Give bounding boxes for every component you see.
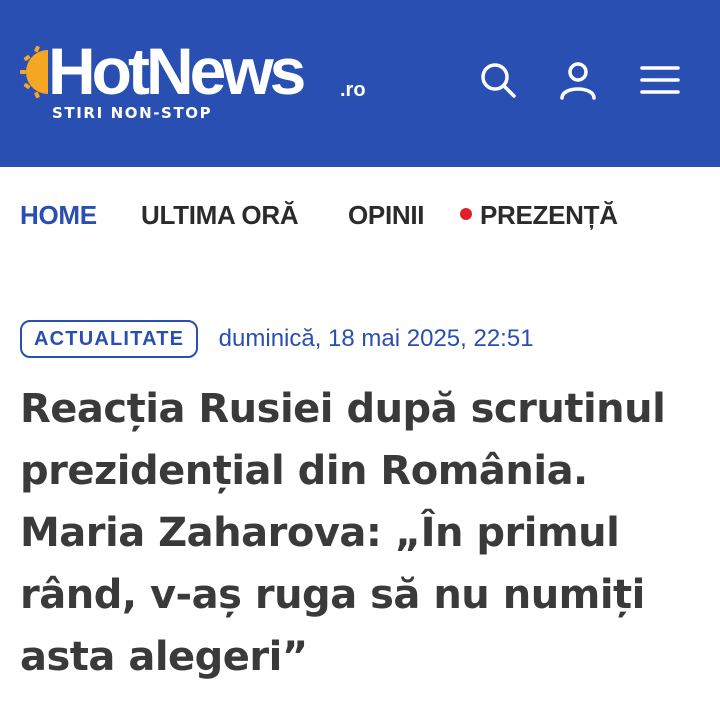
main-nav: HOME ULTIMA ORĂ OPINII PREZENȚĂ — [0, 167, 720, 263]
live-indicator-icon — [460, 208, 472, 221]
nav-item-prezenta[interactable]: PREZENȚĂ — [460, 199, 618, 231]
account-button[interactable] — [556, 58, 600, 102]
logo-tagline: STIRI NON-STOP — [52, 104, 213, 122]
menu-button[interactable] — [638, 58, 682, 102]
logo-tld: .ro — [340, 79, 366, 101]
logo-wordmark: HotNews — [48, 34, 306, 108]
article-meta: ACTUALITATE duminică, 18 mai 2025, 22:51 — [20, 320, 534, 360]
search-button[interactable] — [476, 58, 520, 102]
nav-item-home[interactable]: HOME — [20, 199, 97, 231]
site-header: HotNews .ro STIRI NON-STOP — [0, 0, 720, 167]
publish-date: duminică, 18 mai 2025, 22:51 — [218, 325, 534, 352]
search-icon — [481, 63, 516, 98]
category-badge[interactable]: ACTUALITATE — [20, 320, 199, 358]
user-icon — [560, 62, 596, 100]
site-logo[interactable]: HotNews .ro STIRI NON-STOP — [18, 38, 378, 128]
nav-item-ultima-ora[interactable]: ULTIMA ORĂ — [141, 199, 299, 231]
nav-item-prezenta-label: PREZENȚĂ — [480, 200, 618, 230]
menu-icon — [640, 66, 680, 94]
nav-item-opinii[interactable]: OPINII — [348, 199, 425, 231]
article-title: Reacția Rusiei după scrutinul prezidenți… — [20, 386, 666, 680]
